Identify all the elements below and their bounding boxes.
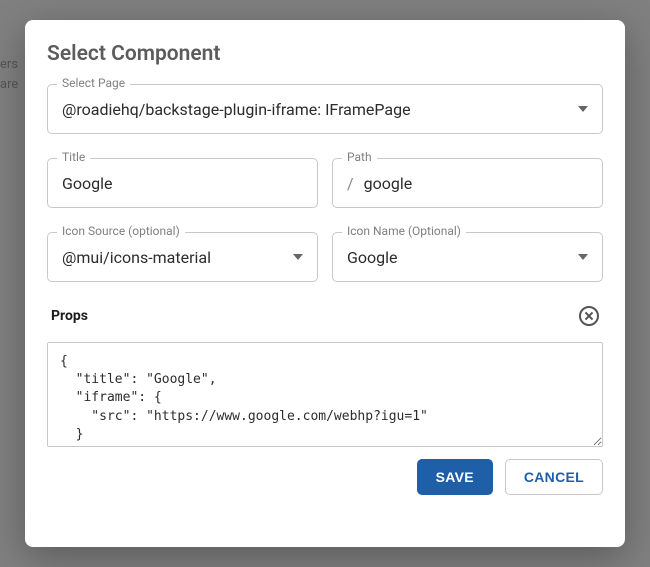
- icon-source-label: Icon Source (optional): [57, 224, 185, 238]
- backdrop-obscured-text: ers are: [0, 55, 18, 94]
- props-label: Props: [51, 308, 88, 324]
- modal-actions: SAVE CANCEL: [47, 459, 603, 495]
- icon-name-field: Icon Name (Optional) Google: [332, 232, 603, 282]
- path-input[interactable]: [364, 174, 588, 193]
- chevron-down-icon: [578, 254, 588, 260]
- cancel-button[interactable]: CANCEL: [505, 459, 603, 495]
- modal-title: Select Component: [47, 42, 603, 66]
- icon-source-value: @mui/icons-material: [62, 248, 211, 267]
- title-field: Title: [47, 158, 318, 208]
- chevron-down-icon: [293, 254, 303, 260]
- close-icon[interactable]: [579, 306, 599, 326]
- save-button[interactable]: SAVE: [417, 459, 493, 495]
- chevron-down-icon: [578, 106, 588, 112]
- icon-name-label: Icon Name (Optional): [342, 224, 466, 238]
- path-label: Path: [342, 150, 377, 164]
- path-field: Path /: [332, 158, 603, 208]
- icon-source-field: Icon Source (optional) @mui/icons-materi…: [47, 232, 318, 282]
- select-page-field: Select Page @roadiehq/backstage-plugin-i…: [47, 84, 603, 134]
- select-component-modal: Select Component Select Page @roadiehq/b…: [25, 20, 625, 547]
- select-page-value: @roadiehq/backstage-plugin-iframe: IFram…: [62, 100, 411, 119]
- select-page-label: Select Page: [57, 76, 130, 90]
- icon-source-dropdown[interactable]: @mui/icons-material: [47, 232, 318, 282]
- title-label: Title: [57, 150, 90, 164]
- icon-name-dropdown[interactable]: Google: [332, 232, 603, 282]
- title-input[interactable]: [62, 174, 303, 193]
- props-header: Props: [47, 306, 603, 326]
- select-page-dropdown[interactable]: @roadiehq/backstage-plugin-iframe: IFram…: [47, 84, 603, 134]
- icon-name-value: Google: [347, 248, 398, 267]
- path-prefix: /: [347, 174, 354, 193]
- props-textarea[interactable]: [47, 342, 603, 447]
